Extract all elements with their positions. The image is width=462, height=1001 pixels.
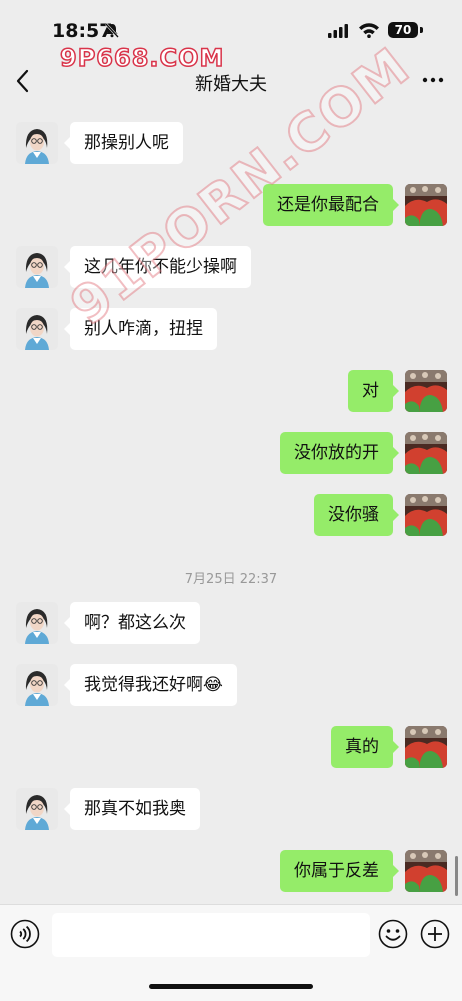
more-options-icon[interactable]: [420, 70, 446, 90]
message-timestamp: 7月25日 22:37: [184, 572, 278, 587]
outgoing-message-bubble[interactable]: 没你骚: [314, 494, 399, 536]
contact-avatar[interactable]: [16, 122, 58, 164]
outgoing-message-bubble[interactable]: 对: [348, 370, 399, 412]
my-avatar[interactable]: [405, 432, 447, 474]
contact-avatar[interactable]: [16, 788, 58, 830]
contact-avatar[interactable]: [16, 664, 58, 706]
outgoing-message-bubble[interactable]: 没你放的开: [280, 432, 399, 474]
battery-icon: 70: [388, 22, 418, 38]
my-avatar[interactable]: [405, 726, 447, 768]
incoming-message-bubble[interactable]: 那真不如我奥: [64, 788, 200, 830]
emoji-icon[interactable]: [378, 919, 408, 949]
battery-level: 70: [394, 23, 412, 37]
add-more-icon[interactable]: [420, 919, 450, 949]
battery-tip: [420, 27, 423, 33]
incoming-message-bubble[interactable]: 那操别人呢: [64, 122, 183, 164]
contact-avatar[interactable]: [16, 246, 58, 288]
voice-input-icon[interactable]: [10, 919, 40, 949]
message-input[interactable]: [52, 913, 370, 957]
outgoing-message-bubble[interactable]: 你属于反差: [280, 850, 399, 892]
my-avatar[interactable]: [405, 184, 447, 226]
wifi-icon: [359, 23, 379, 38]
cellular-signal-icon: [328, 24, 348, 38]
scrollbar[interactable]: [455, 856, 458, 896]
my-avatar[interactable]: [405, 370, 447, 412]
my-avatar[interactable]: [405, 850, 447, 892]
contact-avatar[interactable]: [16, 602, 58, 644]
incoming-message-bubble[interactable]: 我觉得我还好啊😂: [64, 664, 237, 706]
my-avatar[interactable]: [405, 494, 447, 536]
home-indicator: [149, 984, 313, 989]
contact-avatar[interactable]: [16, 308, 58, 350]
outgoing-message-bubble[interactable]: 真的: [331, 726, 399, 768]
incoming-message-bubble[interactable]: 啊？都这么次: [64, 602, 200, 644]
bell-muted-icon: [105, 23, 119, 38]
